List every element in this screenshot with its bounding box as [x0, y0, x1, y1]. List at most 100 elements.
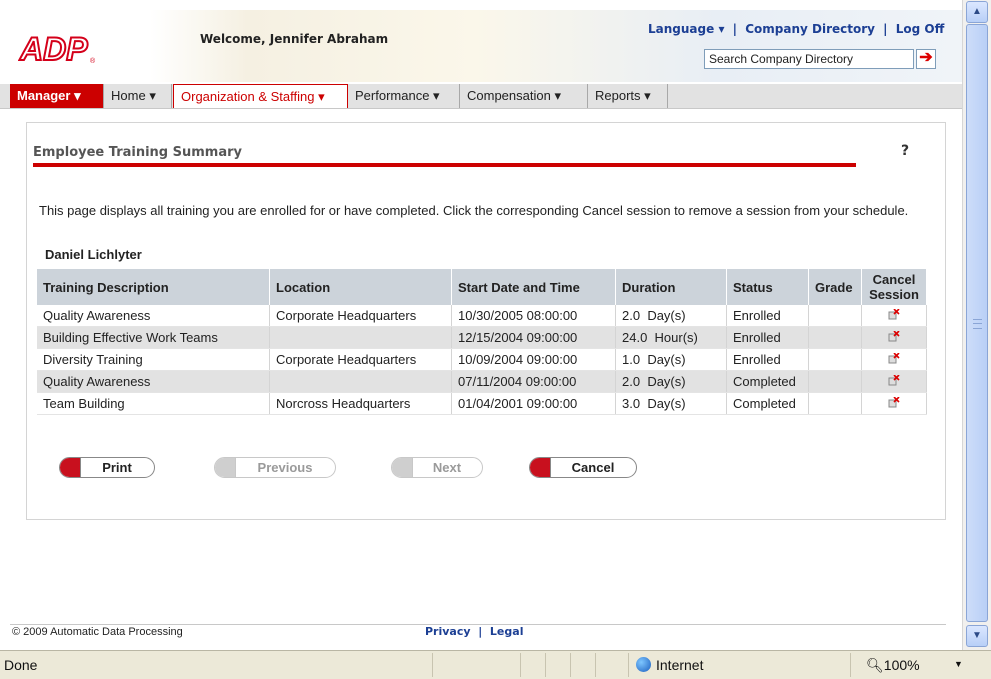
chevron-up-icon: ▲: [972, 6, 982, 17]
status-bar: Done Internet 🔍︎100% ▼: [0, 650, 991, 679]
duration-value: 3.0: [622, 396, 641, 411]
security-zone[interactable]: Internet: [636, 655, 703, 675]
nav-home-label: Home: [111, 88, 146, 103]
status-text: Done: [4, 657, 38, 673]
privacy-link[interactable]: Privacy: [425, 625, 471, 638]
chevron-down-icon: ▾: [74, 88, 81, 103]
cell-duration: 3.0 Day(s): [615, 392, 727, 415]
nav-compensation[interactable]: Compensation ▾: [460, 84, 588, 108]
cell-cancel: [861, 305, 927, 327]
cell-status: Completed: [726, 392, 809, 415]
cancel-session-icon[interactable]: [888, 330, 900, 342]
nav-organization-staffing[interactable]: Organization & Staffing ▾: [173, 84, 348, 108]
welcome-message: Welcome, Jennifer Abraham: [200, 32, 389, 46]
search-company-directory-input[interactable]: [704, 49, 914, 69]
cancel-session-icon[interactable]: [888, 352, 900, 364]
chevron-down-icon: ▾: [644, 88, 651, 103]
print-button[interactable]: Print: [59, 457, 155, 478]
cell-grade: [808, 348, 862, 371]
cell-cancel: [861, 348, 927, 371]
zone-label: Internet: [656, 657, 704, 673]
top-links: Language ▾ | Company Directory | Log Off: [648, 22, 944, 36]
cell-start: 07/11/2004 09:00:00: [451, 370, 616, 393]
duration-unit: Day(s): [647, 352, 686, 367]
duration-value: 2.0: [622, 374, 641, 389]
separator: |: [883, 22, 888, 36]
scrollbar-thumb[interactable]: [966, 24, 988, 622]
cell-cancel: [861, 392, 927, 415]
title-divider: [33, 163, 856, 167]
button-cap: [392, 458, 413, 477]
cell-start: 01/04/2001 09:00:00: [451, 392, 616, 415]
nav-reports-label: Reports: [595, 88, 641, 103]
log-off-link[interactable]: Log Off: [896, 22, 945, 36]
help-icon[interactable]: ?: [901, 143, 909, 159]
column-header: Grade: [808, 269, 862, 305]
chevron-down-icon: ▾: [554, 88, 561, 103]
table-row: Team Building Norcross Headquarters 01/0…: [37, 392, 927, 415]
adp-logo: ADP ®: [18, 32, 100, 64]
chevron-down-icon: ▼: [972, 630, 982, 641]
nav-performance[interactable]: Performance ▾: [348, 84, 460, 108]
chevron-down-icon[interactable]: ▼: [954, 659, 963, 669]
column-header: Location: [269, 269, 452, 305]
column-header: Training Description: [37, 269, 270, 305]
cell-cancel: [861, 370, 927, 393]
cell-status: Enrolled: [726, 326, 809, 349]
duration-unit: Day(s): [647, 308, 686, 323]
status-cell: [595, 653, 596, 677]
nav-manager[interactable]: Manager ▾: [10, 84, 104, 108]
button-cap: [215, 458, 236, 477]
nav-performance-label: Performance: [355, 88, 430, 103]
duration-value: 2.0: [622, 308, 641, 323]
cell-status: Enrolled: [726, 305, 809, 327]
zoom-control[interactable]: 🔍︎100%: [866, 655, 920, 675]
cancel-session-icon[interactable]: [888, 374, 900, 386]
top-strip: [0, 0, 962, 10]
status-cell: [520, 653, 521, 677]
language-menu[interactable]: Language ▾: [648, 22, 724, 36]
scroll-up-button[interactable]: ▲: [966, 1, 988, 23]
magnifier-icon: 🔍︎: [866, 657, 884, 673]
cell-status: Enrolled: [726, 348, 809, 371]
training-table: Training Description Location Start Date…: [37, 269, 927, 415]
cell-status: Completed: [726, 370, 809, 393]
chevron-down-icon: ▾: [149, 88, 156, 103]
status-cell: [570, 653, 571, 677]
company-directory-link[interactable]: Company Directory: [745, 22, 875, 36]
chevron-down-icon: ▾: [433, 88, 440, 103]
cell-start: 12/15/2004 09:00:00: [451, 326, 616, 349]
cell-description: Diversity Training: [37, 348, 270, 371]
cell-location: Corporate Headquarters: [269, 305, 452, 327]
cell-grade: [808, 370, 862, 393]
cell-description: Quality Awareness: [37, 370, 270, 393]
language-label: Language: [648, 22, 715, 36]
browser-viewport: ADP ® Welcome, Jennifer Abraham Language…: [0, 0, 962, 650]
cell-duration: 1.0 Day(s): [615, 348, 727, 371]
legal-link[interactable]: Legal: [490, 625, 524, 638]
scroll-down-button[interactable]: ▼: [966, 625, 988, 647]
cell-description: Team Building: [37, 392, 270, 415]
cell-cancel: [861, 326, 927, 349]
cancel-session-icon[interactable]: [888, 396, 900, 408]
previous-button[interactable]: Previous: [214, 457, 336, 478]
cell-duration: 24.0 Hour(s): [615, 326, 727, 349]
nav-reports[interactable]: Reports ▾: [588, 84, 668, 108]
separator: |: [732, 22, 738, 36]
table-header-row: Training Description Location Start Date…: [37, 269, 927, 305]
cancel-button-label: Cancel: [571, 460, 615, 475]
vertical-scrollbar[interactable]: ▲ ▼: [962, 0, 991, 650]
globe-icon: [636, 657, 651, 672]
cancel-button[interactable]: Cancel: [529, 457, 637, 478]
column-header: Duration: [615, 269, 727, 305]
cell-grade: [808, 326, 862, 349]
cell-description: Quality Awareness: [37, 305, 270, 327]
cell-location: Corporate Headquarters: [269, 348, 452, 371]
nav-home[interactable]: Home ▾: [104, 84, 172, 108]
column-header: Status: [726, 269, 809, 305]
cell-location: [269, 326, 452, 349]
cancel-session-icon[interactable]: [888, 308, 900, 320]
search-go-icon[interactable]: ➔: [916, 49, 936, 69]
next-button[interactable]: Next: [391, 457, 483, 478]
column-header: Start Date and Time: [451, 269, 616, 305]
